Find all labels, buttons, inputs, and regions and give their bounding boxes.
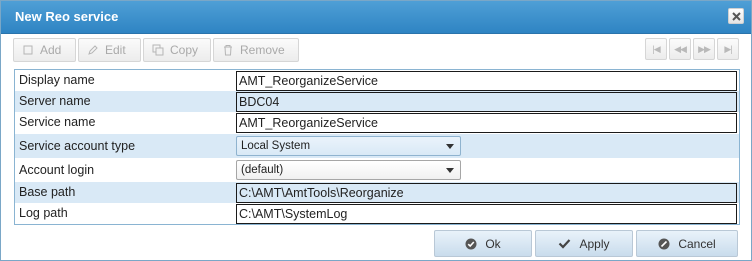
log-path-label: Log path xyxy=(19,206,68,220)
ok-icon xyxy=(465,238,477,249)
edit-label: Edit xyxy=(105,43,126,57)
display-name-field[interactable]: AMT_ReorganizeService xyxy=(236,71,737,91)
first-record-button[interactable]: |◀ xyxy=(645,38,667,60)
base-path-label: Base path xyxy=(19,185,76,199)
check-icon xyxy=(559,239,571,249)
chevron-down-icon xyxy=(446,144,454,149)
title-bar[interactable]: New Reo service xyxy=(1,1,751,34)
dialog-footer: Ok Apply Cancel xyxy=(431,230,738,257)
row-account-login: Account login (default) xyxy=(15,158,739,182)
edit-button[interactable]: Edit xyxy=(78,38,141,62)
row-service-account-type: Service account type Local System xyxy=(15,134,739,158)
properties-grid: Display name AMT_ReorganizeService Serve… xyxy=(14,69,740,225)
service-account-type-select[interactable]: Local System xyxy=(236,136,461,156)
remove-label: Remove xyxy=(240,43,285,57)
cancel-label: Cancel xyxy=(678,236,716,251)
add-button[interactable]: Add xyxy=(13,38,76,62)
service-account-type-value: Local System xyxy=(241,140,311,152)
dialog-title: New Reo service xyxy=(15,9,119,24)
previous-record-button[interactable]: ◀◀ xyxy=(669,38,691,60)
account-login-select[interactable]: (default) xyxy=(236,160,461,180)
cancel-icon xyxy=(658,238,670,249)
close-icon xyxy=(732,12,741,21)
service-account-type-label: Service account type xyxy=(19,139,136,153)
toolbar: Add Edit Copy Remove xyxy=(13,38,301,62)
trash-icon xyxy=(224,45,232,56)
copy-button[interactable]: Copy xyxy=(143,38,211,62)
add-label: Add xyxy=(40,43,62,57)
next-icon: ▶▶ xyxy=(698,43,711,54)
ok-button[interactable]: Ok xyxy=(434,230,532,257)
next-record-button[interactable]: ▶▶ xyxy=(693,38,715,60)
apply-label: Apply xyxy=(579,236,610,251)
pencil-icon xyxy=(88,45,98,55)
display-name-label: Display name xyxy=(19,73,95,87)
row-server-name: Server name BDC04 xyxy=(15,91,739,112)
remove-button[interactable]: Remove xyxy=(213,38,299,62)
row-base-path: Base path C:\AMT\AmtTools\Reorganize xyxy=(15,182,739,203)
last-icon: ▶| xyxy=(724,43,732,54)
first-icon: |◀ xyxy=(652,43,660,54)
service-name-label: Service name xyxy=(19,115,96,129)
ok-label: Ok xyxy=(485,236,501,251)
service-name-field[interactable]: AMT_ReorganizeService xyxy=(236,113,737,133)
add-icon xyxy=(23,45,33,55)
last-record-button[interactable]: ▶| xyxy=(717,38,739,60)
account-login-label: Account login xyxy=(19,163,95,177)
row-log-path: Log path C:\AMT\SystemLog xyxy=(15,203,739,224)
close-button[interactable] xyxy=(728,8,744,24)
row-display-name: Display name AMT_ReorganizeService xyxy=(15,70,739,91)
previous-icon: ◀◀ xyxy=(674,43,687,54)
apply-button[interactable]: Apply xyxy=(535,230,633,257)
server-name-field[interactable]: BDC04 xyxy=(236,92,737,112)
chevron-down-icon xyxy=(446,168,454,173)
log-path-field[interactable]: C:\AMT\SystemLog xyxy=(236,204,737,224)
server-name-label: Server name xyxy=(19,94,91,108)
record-navigation: |◀ ◀◀ ▶▶ ▶| xyxy=(643,38,739,60)
account-login-value: (default) xyxy=(241,164,284,176)
copy-label: Copy xyxy=(169,43,198,57)
new-reo-service-dialog: New Reo service Add Edit Copy Remove |◀ … xyxy=(0,0,752,261)
copy-icon xyxy=(152,44,164,56)
cancel-button[interactable]: Cancel xyxy=(636,230,738,257)
row-service-name: Service name AMT_ReorganizeService xyxy=(15,112,739,133)
base-path-field[interactable]: C:\AMT\AmtTools\Reorganize xyxy=(236,183,737,203)
